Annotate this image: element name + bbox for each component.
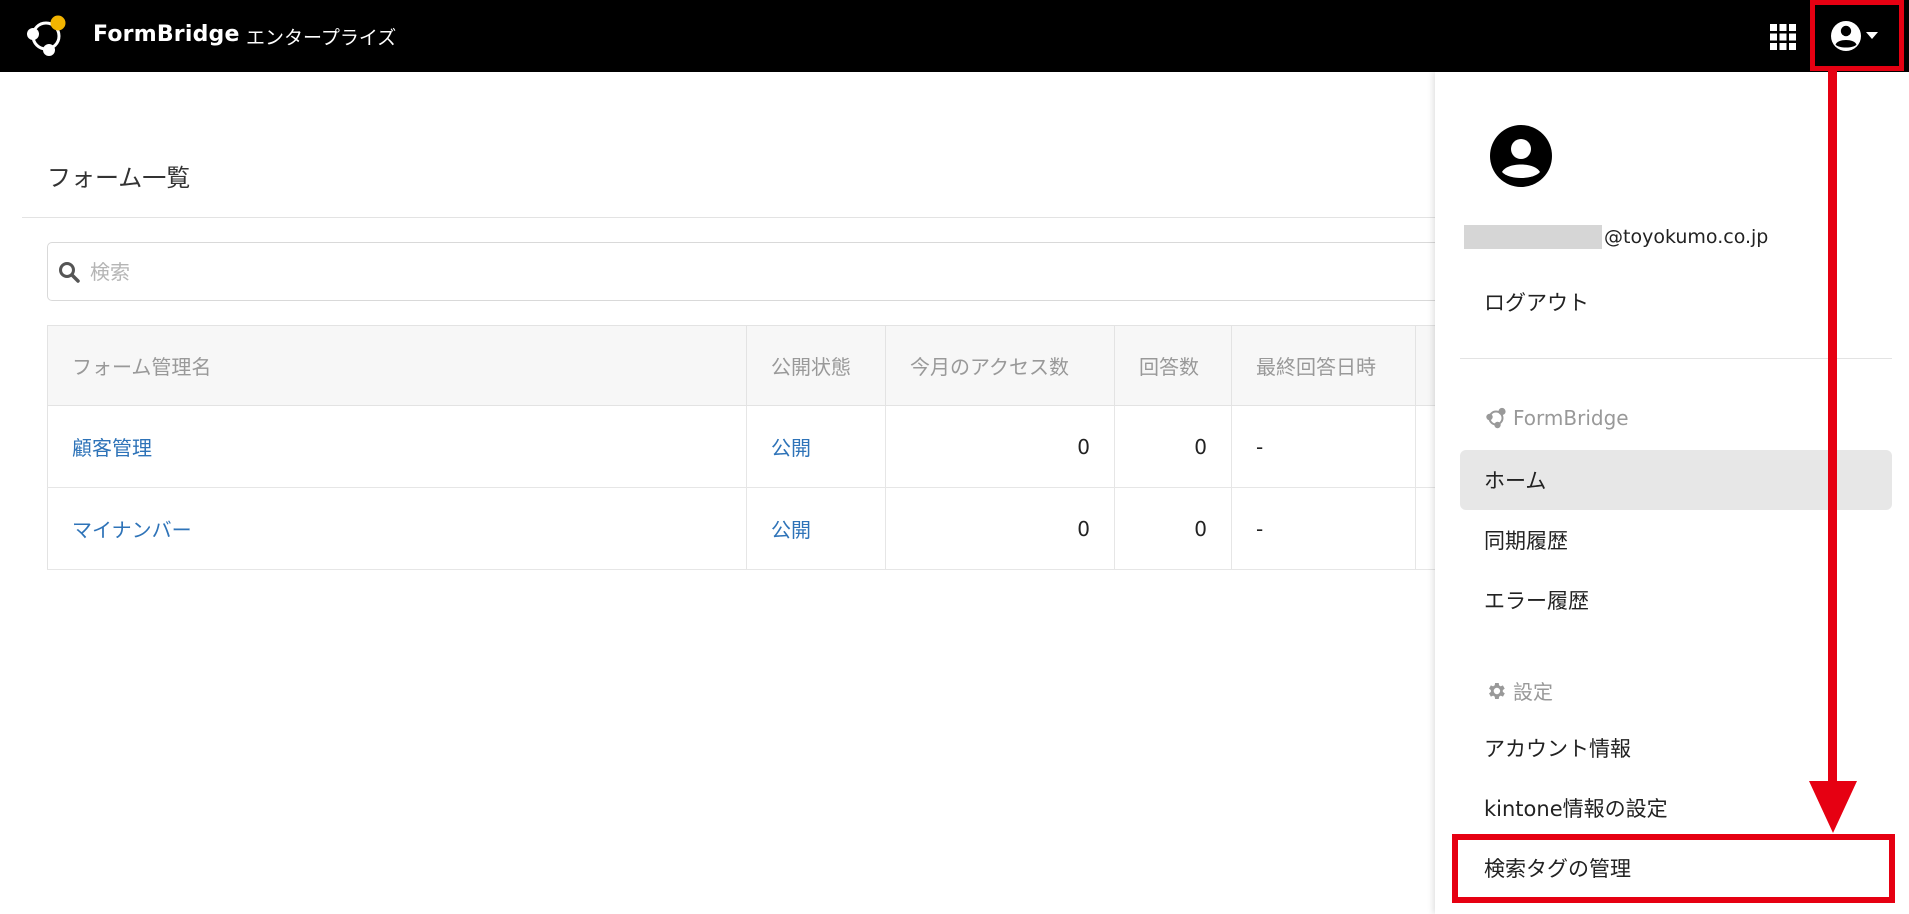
form-name-link[interactable]: 顧客管理: [72, 436, 152, 460]
brand-name[interactable]: FormBridge: [93, 22, 240, 47]
formbridge-logo-icon[interactable]: [24, 14, 68, 58]
formbridge-section-header: FormBridge: [1485, 406, 1629, 430]
status-link[interactable]: 公開: [771, 518, 811, 542]
gear-icon: [1489, 682, 1505, 699]
column-header-form-name[interactable]: フォーム管理名: [47, 325, 747, 406]
column-header-monthly-access[interactable]: 今月のアクセス数: [885, 325, 1115, 406]
access-count: 0: [885, 405, 1115, 488]
access-count: 0: [885, 487, 1115, 570]
last-answered: -: [1231, 405, 1416, 488]
apps-grid-icon[interactable]: [1768, 22, 1798, 52]
annotation-highlight-search-tags: [1452, 834, 1895, 903]
top-header: FormBridge エンタープライズ: [0, 0, 1909, 72]
search-icon: [59, 262, 80, 283]
search-bar[interactable]: [47, 242, 1467, 301]
column-header-answers[interactable]: 回答数: [1114, 325, 1232, 406]
answer-count: 0: [1114, 487, 1232, 570]
email-domain: @toyokumo.co.jp: [1604, 226, 1769, 248]
form-table: フォーム管理名 公開状態 今月のアクセス数 回答数 最終回答日時 顧客管理 公開…: [47, 325, 1467, 570]
form-name-link[interactable]: マイナンバー: [72, 518, 192, 542]
table-header-row: フォーム管理名 公開状態 今月のアクセス数 回答数 最終回答日時: [47, 325, 1467, 406]
account-circle-icon: [1490, 125, 1552, 187]
annotation-arrow-shaft: [1828, 71, 1837, 786]
last-answered: -: [1231, 487, 1416, 570]
search-input[interactable]: [90, 253, 1450, 291]
column-header-last-answered[interactable]: 最終回答日時: [1231, 325, 1416, 406]
formbridge-section-label: FormBridge: [1513, 406, 1629, 430]
table-row[interactable]: 顧客管理 公開 0 0 -: [47, 405, 1467, 488]
table-row[interactable]: マイナンバー 公開 0 0 -: [47, 487, 1467, 570]
status-link[interactable]: 公開: [771, 436, 811, 460]
title-divider: [22, 217, 1442, 218]
page-title: フォーム一覧: [47, 164, 191, 192]
user-email: @toyokumo.co.jp: [1464, 225, 1768, 249]
column-header-status[interactable]: 公開状態: [746, 325, 886, 406]
annotation-highlight-user-button: [1810, 0, 1904, 71]
answer-count: 0: [1114, 405, 1232, 488]
annotation-arrow-head: [1809, 781, 1857, 833]
plan-label: エンタープライズ: [246, 27, 397, 49]
settings-section-header: 設定: [1485, 676, 1553, 705]
formbridge-logo-icon: [1486, 407, 1506, 429]
redacted-username: [1464, 225, 1602, 249]
settings-section-label: 設定: [1513, 680, 1553, 704]
